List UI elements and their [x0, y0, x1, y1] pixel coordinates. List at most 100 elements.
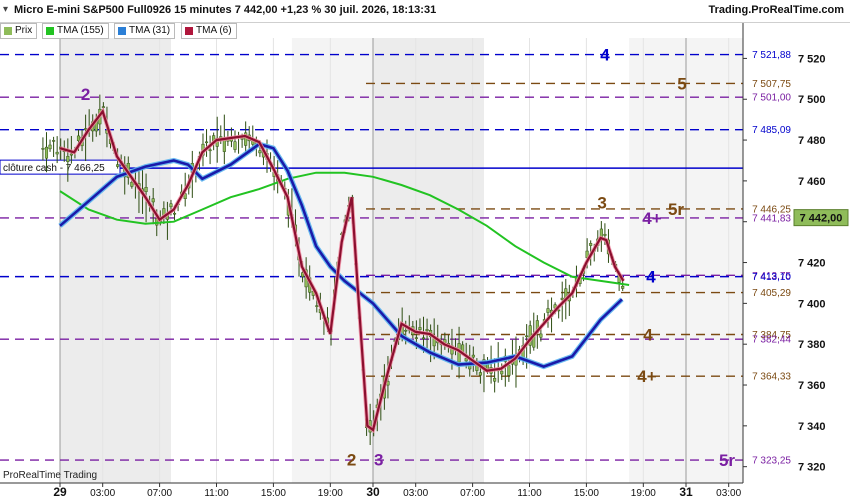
legend-label: Prix	[15, 25, 33, 36]
y-tick-label: 7 400	[798, 298, 826, 310]
level-value-label: 7 413,10	[752, 272, 791, 283]
legend-label: TMA (155)	[57, 25, 104, 36]
candle-body	[48, 144, 52, 150]
overnight-session-shade	[373, 38, 484, 483]
candle-body	[493, 377, 497, 382]
candle-body	[52, 140, 56, 142]
y-tick-label: 7 520	[798, 53, 826, 65]
candle-body	[44, 146, 49, 159]
candle-body	[130, 181, 134, 187]
candle-body	[315, 305, 319, 307]
indicator-legend: Prix TMA (155) TMA (31) TMA (6)	[0, 22, 245, 39]
price-chart[interactable]: 7 521,887 507,757 501,007 485,097 446,25…	[0, 0, 850, 500]
level-value-label: 7 405,29	[752, 288, 791, 299]
y-tick-label: 7 380	[798, 339, 826, 351]
chart-title: Micro E-mini S&P500 Full0926 15 minutes …	[14, 4, 437, 16]
candle-body	[418, 327, 422, 330]
evening-session-shade	[291, 38, 373, 483]
candle-body	[258, 150, 262, 154]
legend-swatch	[118, 27, 126, 35]
level-value-label: 7 323,25	[752, 456, 791, 467]
candle-body	[539, 333, 543, 338]
y-tick-label: 7 480	[798, 135, 826, 147]
candle-body	[144, 187, 148, 192]
candle-body	[589, 243, 593, 246]
level-tag: 4+	[637, 367, 656, 386]
candle-body	[478, 372, 482, 376]
chevron-down-icon[interactable]: ▾	[3, 4, 8, 15]
y-axis-background	[743, 22, 850, 478]
x-tick-label: 19:00	[318, 488, 343, 499]
legend-swatch	[4, 27, 12, 35]
level-tag: 5r	[719, 451, 735, 470]
candle-body	[222, 139, 226, 152]
candle-body	[414, 337, 418, 339]
y-tick-label: 7 420	[798, 258, 826, 270]
level-value-label: 7 521,88	[752, 50, 791, 61]
candle-body	[233, 141, 237, 150]
legend-item-tma155[interactable]: TMA (155)	[42, 23, 109, 39]
candle-body	[507, 365, 511, 376]
site-name: Trading.ProRealTime.com	[708, 4, 844, 16]
level-tag: 5	[677, 74, 686, 93]
chart-title-bar: ▾ Micro E-mini S&P500 Full0926 15 minute…	[0, 0, 850, 23]
legend-swatch	[185, 27, 193, 35]
candle-body	[116, 164, 120, 167]
candle-body	[471, 354, 475, 358]
legend-label: TMA (6)	[196, 25, 232, 36]
legend-item-prix[interactable]: Prix	[0, 23, 38, 39]
x-tick-label: 07:00	[147, 488, 172, 499]
wave-label: 3	[597, 193, 606, 212]
candle-body	[208, 149, 212, 152]
last-price-label: 7 442,00	[800, 213, 843, 225]
y-tick-label: 7 340	[798, 421, 826, 433]
x-tick-label: 03:00	[90, 488, 115, 499]
y-tick-label: 7 500	[798, 94, 826, 106]
x-tick-label: 29	[53, 485, 67, 499]
x-tick-label: 15:00	[574, 488, 599, 499]
x-tick-label: 03:00	[403, 488, 428, 499]
candle-body	[76, 135, 81, 141]
y-tick-label: 7 320	[798, 462, 826, 474]
x-tick-label: 11:00	[204, 488, 229, 499]
x-tick-label: 15:00	[261, 488, 286, 499]
watermark: ProRealTime Trading	[3, 470, 98, 481]
level-value-label: 7 441,83	[752, 213, 791, 224]
level-value-label: 7 364,33	[752, 372, 791, 383]
candle-body	[621, 285, 625, 289]
candle-body	[500, 370, 504, 375]
candle-body	[421, 337, 426, 339]
candle-body	[425, 329, 429, 332]
candle-body	[525, 335, 529, 338]
x-tick-label: 31	[679, 485, 693, 499]
x-tick-label: 11:00	[517, 488, 542, 499]
close-reference-label: clôture cash - 7 466,25	[3, 163, 105, 174]
candle-body	[169, 203, 173, 208]
wave-label: 2	[347, 451, 356, 470]
level-tag: 4+	[642, 209, 661, 228]
wave-label: 3	[374, 451, 383, 470]
level-value-label: 7 485,09	[752, 125, 791, 136]
y-tick-label: 7 360	[798, 380, 826, 392]
legend-item-tma31[interactable]: TMA (31)	[114, 23, 176, 39]
legend-item-tma6[interactable]: TMA (6)	[181, 23, 237, 39]
candle-body	[172, 212, 177, 215]
candle-body	[41, 147, 45, 150]
y-tick-label: 7 460	[798, 176, 826, 188]
level-tag: 4	[600, 46, 610, 65]
x-tick-label: 03:00	[716, 488, 741, 499]
level-tag: 4	[646, 268, 656, 287]
candle-body	[204, 141, 209, 144]
legend-label: TMA (31)	[129, 25, 171, 36]
x-tick-label: 19:00	[631, 488, 656, 499]
level-value-label: 7 507,75	[752, 79, 791, 90]
candle-body	[66, 156, 70, 162]
level-tag: 4	[643, 325, 653, 344]
candle-body	[546, 308, 550, 313]
x-tick-label: 30	[366, 485, 380, 499]
candle-body	[55, 151, 59, 155]
candle-body	[69, 153, 73, 156]
overnight-session-shade	[60, 38, 171, 483]
legend-swatch	[46, 27, 54, 35]
candle-body	[404, 329, 408, 332]
